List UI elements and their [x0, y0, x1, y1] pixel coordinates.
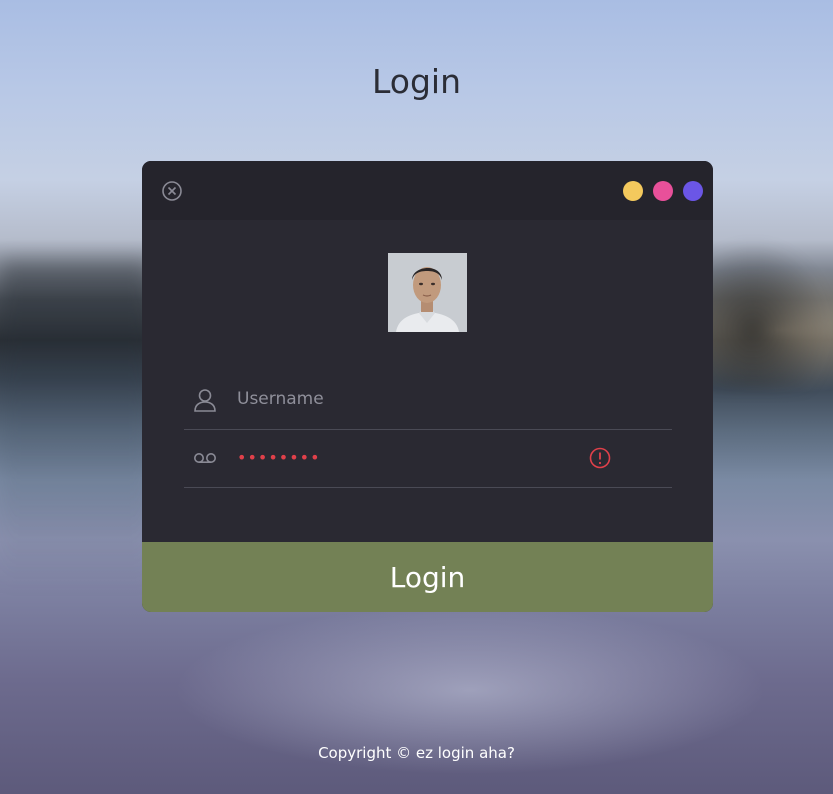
login-button[interactable]: Login — [142, 542, 713, 612]
warning-circle-icon — [588, 446, 612, 470]
pink-dot[interactable] — [653, 181, 673, 201]
window-dots — [623, 181, 703, 201]
password-field — [184, 429, 672, 488]
page-title: Login — [371, 62, 462, 101]
password-input[interactable] — [237, 441, 617, 473]
username-input[interactable] — [237, 383, 617, 415]
background-blur-left — [0, 260, 150, 590]
copyright-text: Copyright © ez login aha? — [318, 744, 515, 762]
username-field — [184, 371, 672, 430]
avatar — [388, 253, 467, 332]
yellow-dot[interactable] — [623, 181, 643, 201]
card-header — [142, 161, 713, 220]
user-icon — [192, 387, 218, 413]
login-card: Login — [142, 161, 713, 612]
background-blur-right — [700, 240, 833, 390]
purple-dot[interactable] — [683, 181, 703, 201]
close-icon[interactable] — [161, 180, 183, 202]
voicemail-icon — [192, 445, 218, 471]
